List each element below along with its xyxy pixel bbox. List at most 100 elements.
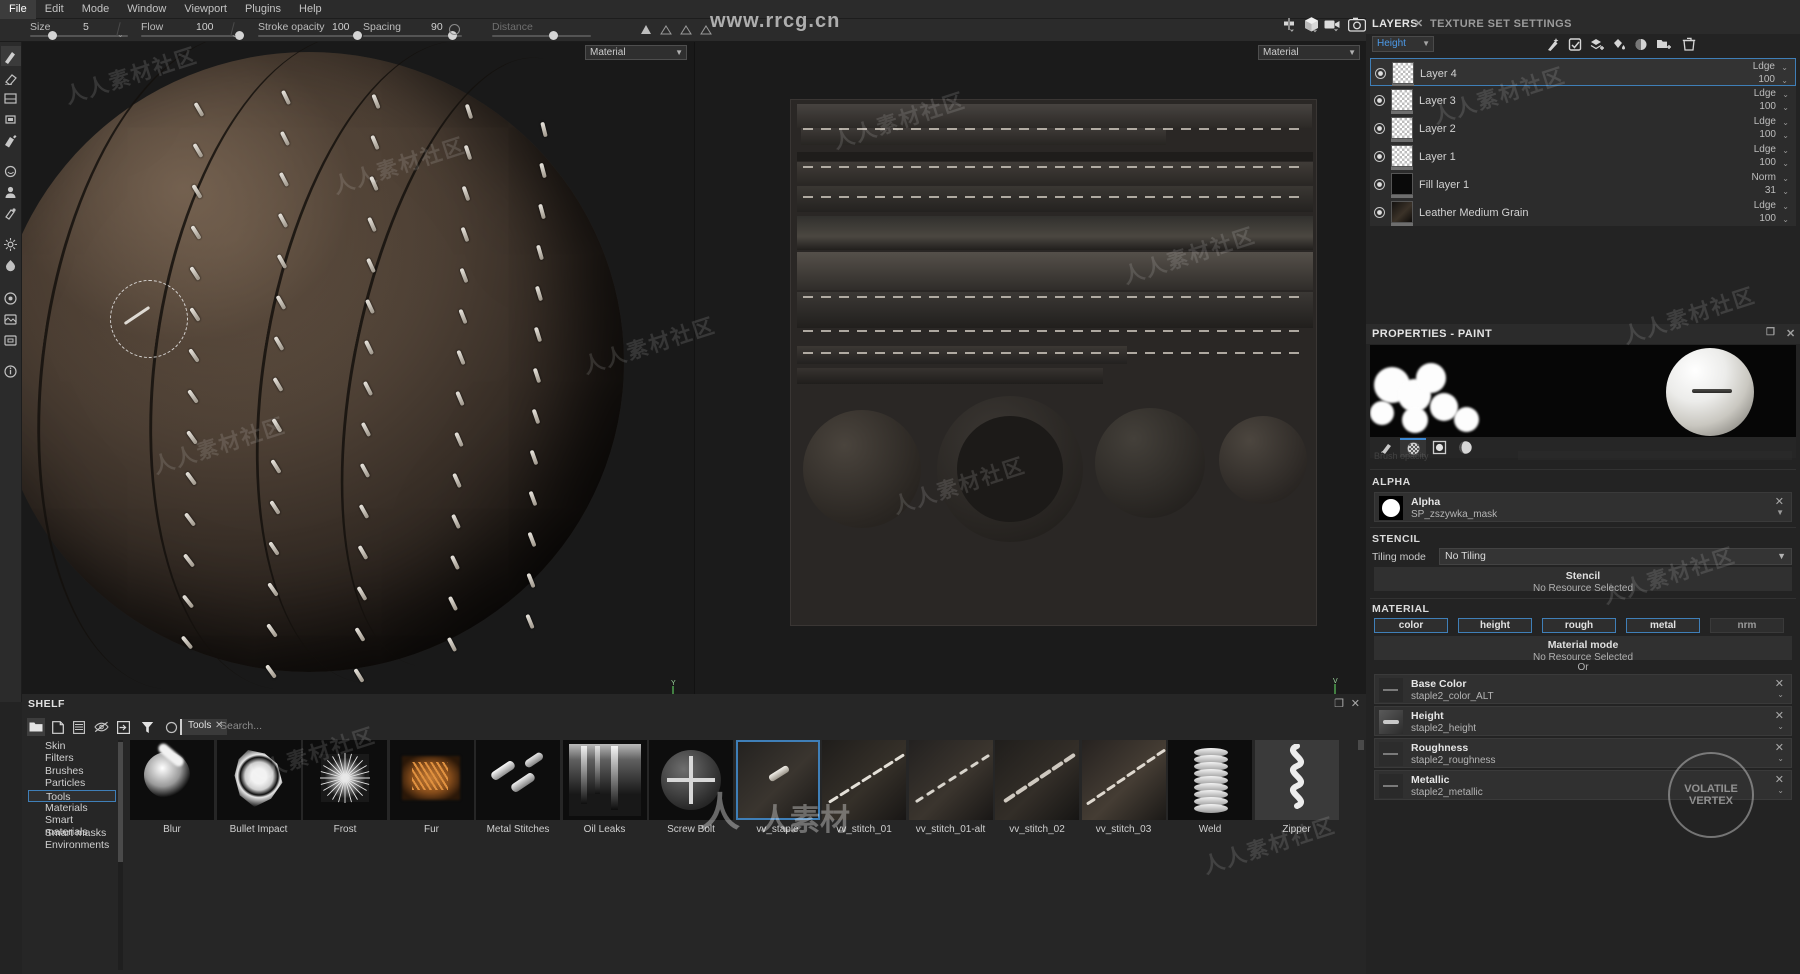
option-slider-distance[interactable] [492, 35, 591, 37]
chevron-down-icon[interactable]: ⌄ [1777, 690, 1784, 699]
camera-video-icon[interactable] [1324, 18, 1341, 35]
menu-item-help[interactable]: Help [290, 0, 331, 19]
symmetry-icons[interactable] [640, 23, 740, 40]
chevron-down-icon[interactable]: ⌄ [1782, 118, 1789, 127]
shelf-category-skin[interactable]: Skin [28, 740, 116, 752]
uv-projection-icon[interactable] [1281, 17, 1297, 35]
shelf-item-thumbnail[interactable] [908, 740, 993, 820]
chevron-down-icon[interactable]: ⌄ [1782, 159, 1789, 168]
viewport-3d-channel-selector[interactable]: Material ▼ [585, 45, 687, 60]
tiling-mode-select[interactable]: No Tiling ▼ [1439, 548, 1792, 565]
close-icon[interactable]: ✕ [1414, 17, 1424, 30]
settings-tool[interactable] [1, 288, 21, 308]
option-value-flow[interactable]: 100 [196, 21, 214, 33]
layer-blend-mode[interactable]: Norm [1752, 172, 1776, 183]
shelf-item[interactable]: Frost [303, 740, 387, 840]
layer-thumbnail[interactable] [1391, 201, 1413, 223]
chevron-down-icon[interactable]: ⌄ [1782, 174, 1789, 183]
shelf-item[interactable]: vv_stitch_02 [995, 740, 1079, 840]
screenshot-camera-icon[interactable] [1347, 17, 1367, 35]
option-slider-size[interactable] [30, 35, 128, 37]
chevron-down-icon[interactable]: ⌄ [117, 30, 124, 39]
chevron-down-icon[interactable]: ⌄ [1781, 63, 1788, 72]
add-folder-icon[interactable] [1656, 37, 1672, 55]
shader-settings-tool[interactable] [1, 330, 21, 350]
option-slider-knob[interactable] [47, 31, 57, 40]
layer-blend-mode[interactable]: Ldge [1753, 61, 1775, 72]
material-chip-height[interactable]: height [1458, 618, 1532, 633]
undock-icon[interactable]: ❐ [1334, 697, 1344, 710]
layer-thumbnail[interactable] [1391, 173, 1413, 195]
layer-opacity[interactable]: 100 [1759, 129, 1776, 140]
shelf-item-thumbnail[interactable] [822, 740, 906, 820]
clone-tool[interactable] [1, 182, 21, 202]
shelf-item-thumbnail[interactable] [1254, 740, 1339, 820]
layers-channel-selector[interactable]: Height ▼ [1372, 36, 1434, 52]
layer-thumbnail[interactable] [1392, 62, 1414, 84]
shelf-item[interactable]: vv_stitch_01 [822, 740, 906, 840]
shelf-item-thumbnail[interactable] [735, 740, 820, 820]
shelf-category-smart-masks[interactable]: Smart masks [28, 827, 116, 839]
shelf-item-thumbnail[interactable] [216, 740, 301, 820]
chevron-down-icon[interactable]: ⌄ [1777, 754, 1784, 763]
shelf-item-thumbnail[interactable] [995, 740, 1079, 820]
add-effect-icon[interactable] [1546, 37, 1561, 55]
circle-option-icon[interactable] [448, 23, 461, 39]
menu-item-window[interactable]: Window [118, 0, 175, 19]
add-fill-layer-icon[interactable] [1568, 37, 1583, 55]
layer-row[interactable]: Layer 2 Ldge ⌄ 100 ⌄ [1370, 114, 1796, 142]
clear-channel-icon[interactable]: ✕ [1775, 709, 1784, 722]
chevron-down-icon[interactable]: ⌄ [1777, 722, 1784, 731]
layer-blend-mode[interactable]: Ldge [1754, 88, 1776, 99]
hide-eye-icon[interactable] [92, 718, 110, 736]
shelf-category-brushes[interactable]: Brushes [28, 765, 116, 777]
close-icon[interactable]: ✕ [1351, 697, 1360, 710]
shelf-category-tools[interactable]: Tools [28, 789, 116, 803]
eraser-tool[interactable] [1, 67, 21, 87]
menu-item-viewport[interactable]: Viewport [175, 0, 236, 19]
viewport-3d[interactable]: Y X Material ▼ [22, 42, 694, 702]
tab-layers[interactable]: LAYERS [1372, 18, 1418, 30]
add-smart-mask-icon[interactable] [1634, 37, 1649, 55]
chevron-down-icon[interactable]: ⌄ [1782, 215, 1789, 224]
delete-layer-icon[interactable] [1682, 37, 1696, 55]
clear-channel-icon[interactable]: ✕ [1775, 677, 1784, 690]
shelf-item[interactable]: Oil Leaks [562, 740, 647, 840]
shelf-category-filters[interactable]: Filters [28, 752, 116, 764]
clear-channel-icon[interactable]: ✕ [1775, 741, 1784, 754]
shelf-item[interactable]: Blur [130, 740, 214, 840]
folder-icon[interactable] [27, 718, 45, 736]
import-resource-icon[interactable] [114, 718, 132, 736]
shelf-item[interactable]: Fur [389, 740, 474, 840]
chevron-down-icon[interactable]: ⌄ [1777, 786, 1784, 795]
chevron-down-icon[interactable]: ⌄ [1782, 146, 1789, 155]
display-settings-tool[interactable] [1, 309, 21, 329]
close-icon[interactable]: ✕ [1786, 327, 1796, 340]
layer-blend-mode[interactable]: Ldge [1754, 116, 1776, 127]
layer-visibility-icon[interactable] [1374, 151, 1385, 162]
filter-funnel-icon[interactable] [138, 718, 156, 736]
shelf-item-thumbnail[interactable] [1081, 740, 1166, 820]
option-value-size[interactable]: 5 [83, 21, 89, 33]
polygon-fill-tool[interactable] [1, 130, 21, 150]
shelf-category-particles[interactable]: Particles [28, 777, 116, 789]
layer-opacity[interactable]: 100 [1759, 213, 1776, 224]
layer-visibility-icon[interactable] [1374, 207, 1385, 218]
layer-opacity[interactable]: 100 [1758, 74, 1775, 85]
shelf-item[interactable]: vv_stitch_01-alt [908, 740, 993, 840]
chevron-down-icon[interactable]: ⌄ [1782, 103, 1789, 112]
material-mode-button[interactable]: Material mode No Resource Selected [1374, 636, 1792, 663]
menu-item-edit[interactable]: Edit [36, 0, 73, 19]
material-channel-base-color[interactable]: Base Color staple2_color_ALT ✕ ⌄ [1374, 674, 1792, 704]
layer-thumbnail[interactable] [1391, 145, 1413, 167]
layer-visibility-icon[interactable] [1374, 95, 1385, 106]
layer-opacity[interactable]: 31 [1765, 185, 1776, 196]
category-scrollbar[interactable] [118, 742, 123, 862]
alpha-resource-box[interactable]: Alpha SP_zszywka_mask ✕ ▼ [1374, 492, 1792, 522]
shelf-item[interactable]: Weld [1168, 740, 1252, 840]
physical-paint-tool[interactable] [1, 255, 21, 275]
material-picker-tool[interactable] [1, 203, 21, 223]
option-slider-stroke-opacity[interactable] [258, 35, 357, 37]
chevron-down-icon[interactable]: ⌄ [231, 30, 238, 39]
option-value-spacing[interactable]: 90 [431, 21, 443, 33]
